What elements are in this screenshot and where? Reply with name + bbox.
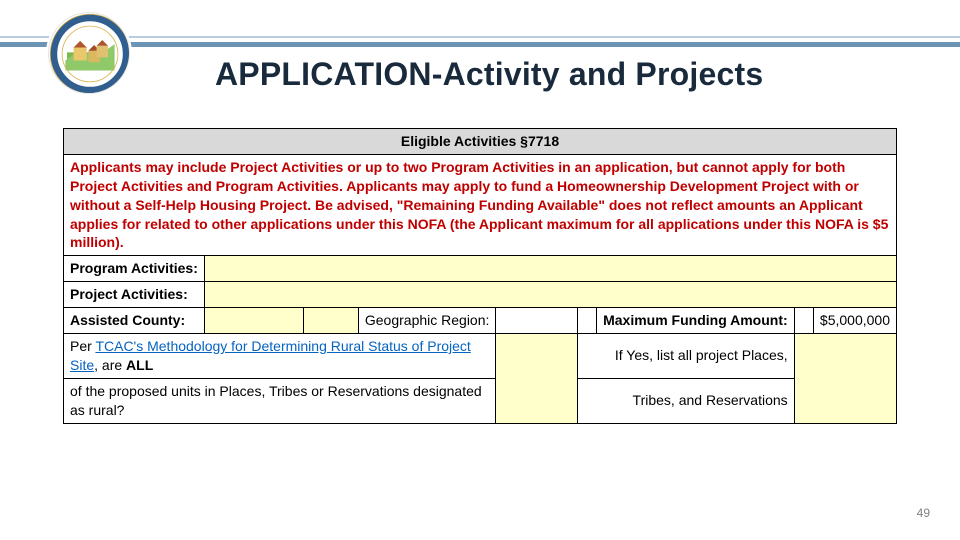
rural-list-label-line1: If Yes, list all project Places, — [577, 334, 794, 379]
assisted-county-input[interactable] — [204, 308, 303, 334]
rural-q-prefix: Per — [70, 338, 95, 354]
assisted-county-label: Assisted County: — [64, 308, 205, 334]
page-title: APPLICATION-Activity and Projects — [215, 56, 763, 93]
eligible-activities-form: Eligible Activities §7718 Applicants may… — [63, 128, 897, 424]
header-rule — [0, 36, 960, 50]
rural-q-all: ALL — [126, 357, 153, 373]
project-activities-label: Project Activities: — [64, 282, 205, 308]
program-activities-label: Program Activities: — [64, 256, 205, 282]
program-activities-input[interactable] — [204, 256, 896, 282]
project-activities-input[interactable] — [204, 282, 896, 308]
max-funding-label: Maximum Funding Amount: — [597, 308, 795, 334]
agency-logo — [48, 12, 130, 94]
rural-question-line1: Per TCAC's Methodology for Determining R… — [64, 334, 496, 379]
spacer-cell-2 — [794, 308, 813, 334]
rural-question-line2: of the proposed units in Places, Tribes … — [64, 378, 496, 423]
max-funding-value: $5,000,000 — [813, 308, 896, 334]
rural-yesno-input[interactable] — [496, 334, 577, 424]
geographic-region-value — [496, 308, 577, 334]
rural-q-mid: , are — [94, 357, 126, 373]
page-number: 49 — [917, 506, 930, 520]
spacer-cell — [577, 308, 596, 334]
rural-places-input[interactable] — [794, 334, 896, 424]
geographic-region-label: Geographic Region: — [358, 308, 496, 334]
rural-list-label-line2: Tribes, and Reservations — [577, 378, 794, 423]
assisted-county-input-2[interactable] — [304, 308, 359, 334]
section-header: Eligible Activities §7718 — [64, 129, 897, 155]
notice-text: Applicants may include Project Activitie… — [64, 154, 897, 255]
